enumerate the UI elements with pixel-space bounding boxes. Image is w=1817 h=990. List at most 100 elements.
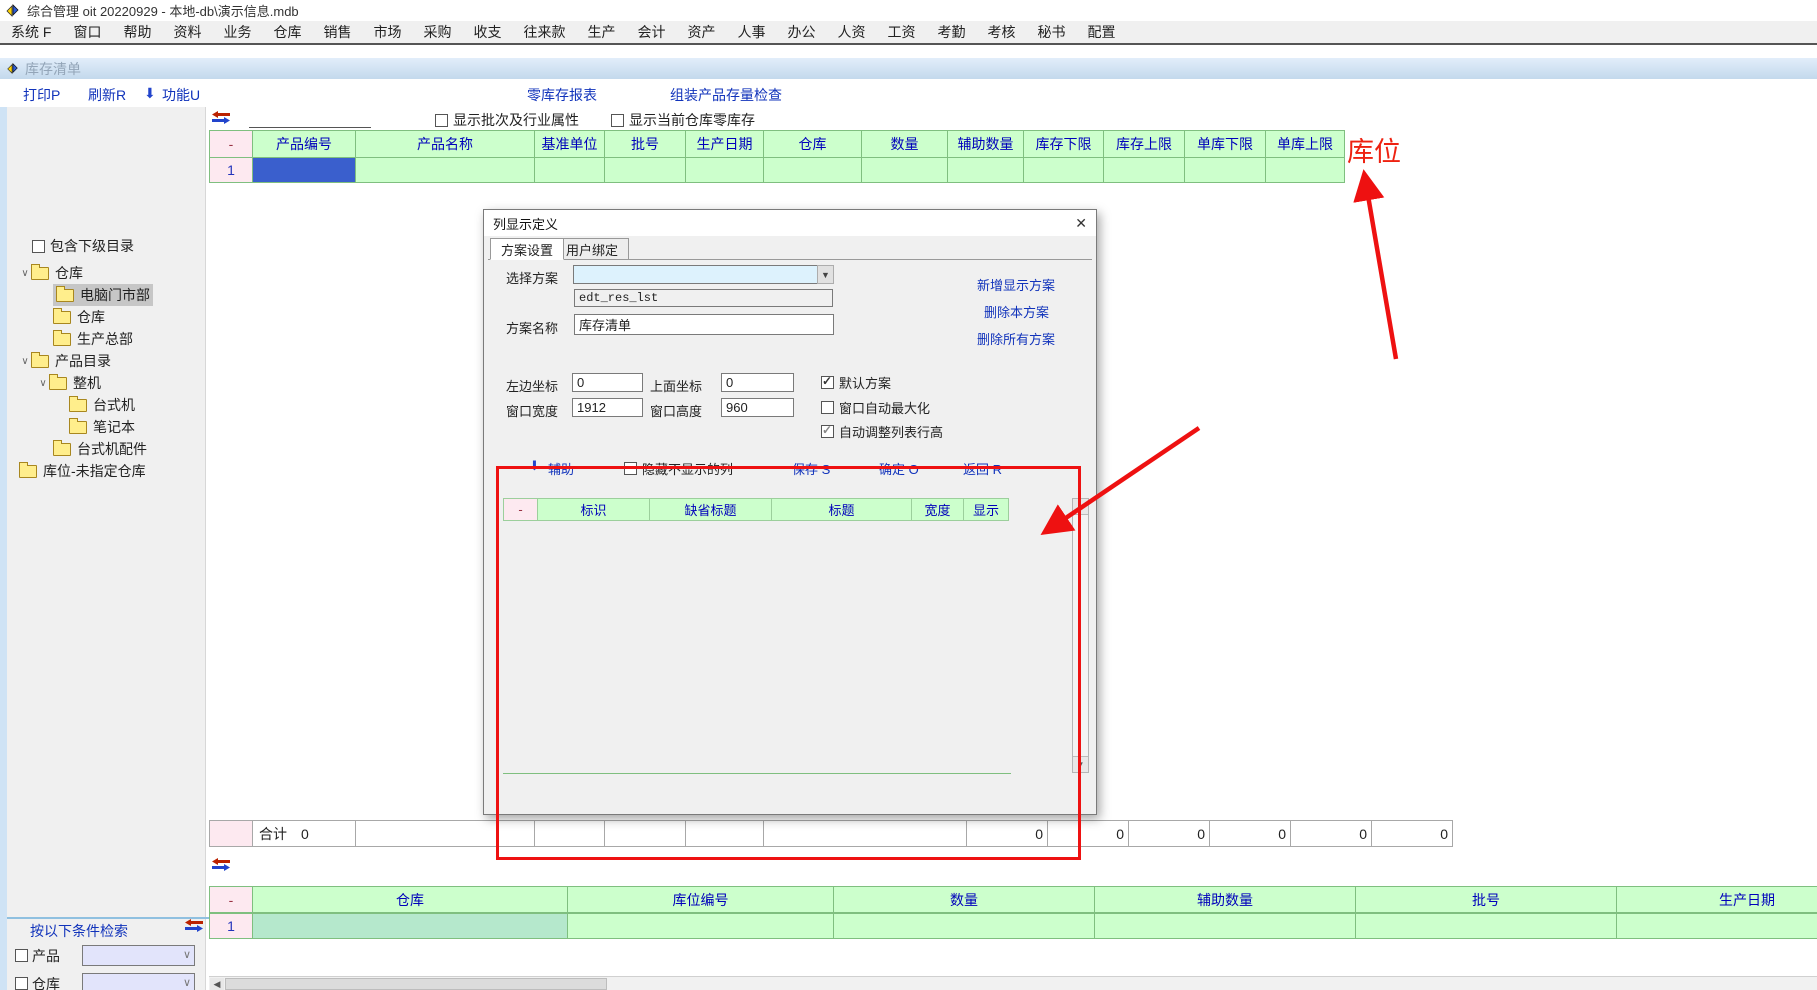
grid-swap-icon[interactable]	[212, 111, 230, 127]
main-grid-cell-11[interactable]	[1266, 157, 1345, 183]
main-grid-cell-3[interactable]	[605, 157, 686, 183]
bottom-grid-cell-3[interactable]	[1095, 913, 1356, 939]
quick-filter-input[interactable]	[249, 110, 371, 128]
include-subdir-checkbox[interactable]: 包含下级目录	[32, 236, 134, 256]
dialog-table-header-4[interactable]: 宽度	[912, 498, 964, 521]
main-grid-col-0[interactable]: 产品编号	[253, 130, 356, 158]
tree-item-5[interactable]: ∨整机	[7, 372, 206, 394]
bottom-grid-cell-5[interactable]	[1617, 913, 1817, 939]
tab-user-binding[interactable]: 用户绑定	[556, 238, 629, 260]
select-scheme-dropdown[interactable]	[573, 265, 818, 284]
main-grid-col-10[interactable]: 单库下限	[1185, 130, 1266, 158]
hide-hidden-columns-checkbox[interactable]: 隐藏不显示的列	[624, 459, 733, 478]
dialog-table-scrollbar[interactable]: ▲ ▼	[1072, 498, 1089, 773]
select-scheme-dropdown-arrow-icon[interactable]: ▼	[817, 265, 834, 284]
menu-item-8[interactable]: 采购	[412, 22, 462, 42]
main-grid-col-2[interactable]: 基准单位	[535, 130, 605, 158]
tree-item-6[interactable]: 台式机	[7, 394, 206, 416]
tab-scheme-settings[interactable]: 方案设置	[490, 238, 564, 260]
back-button[interactable]: 返回 R	[963, 459, 1002, 478]
hide-hidden-columns-checkbox-box[interactable]	[624, 462, 637, 475]
delete-all-schemes-link[interactable]: 删除所有方案	[977, 329, 1055, 348]
tree-expander-icon[interactable]: ∨	[19, 268, 31, 279]
show-zero-stock-checkbox[interactable]: 显示当前仓库零库存	[611, 110, 755, 130]
tree-expander-icon[interactable]: ∨	[19, 356, 31, 367]
left-coord-input[interactable]: 0	[572, 373, 643, 392]
bottom-grid-cell-0[interactable]	[253, 913, 568, 939]
search-swap-icon[interactable]	[185, 919, 203, 935]
main-grid-col-4[interactable]: 生产日期	[686, 130, 764, 158]
scroll-up-arrow-icon[interactable]: ▲	[1073, 499, 1088, 515]
bottom-grid-col-4[interactable]: 批号	[1356, 886, 1617, 913]
bottom-grid-cell-1[interactable]	[568, 913, 834, 939]
print-button[interactable]: 打印P	[23, 85, 60, 105]
main-grid-col-1[interactable]: 产品名称	[356, 130, 535, 158]
aux-button[interactable]: 辅助	[548, 459, 574, 478]
horizontal-scrollbar-thumb[interactable]	[225, 978, 607, 990]
menu-item-7[interactable]: 市场	[362, 22, 412, 42]
dialog-table-header-1[interactable]: 标识	[538, 498, 650, 521]
main-grid-col-7[interactable]: 辅助数量	[948, 130, 1024, 158]
search-dropdown[interactable]: ∨	[82, 973, 195, 990]
ok-button[interactable]: 确定 O	[879, 459, 919, 478]
delete-scheme-link[interactable]: 删除本方案	[984, 302, 1049, 321]
tree-item-4[interactable]: ∨产品目录	[7, 350, 206, 372]
menu-item-13[interactable]: 资产	[676, 22, 726, 42]
search-dropdown[interactable]: ∨	[82, 945, 195, 966]
menu-item-5[interactable]: 仓库	[262, 22, 312, 42]
dialog-close-icon[interactable]: ✕	[1075, 215, 1087, 232]
main-grid-cell-10[interactable]	[1185, 157, 1266, 183]
main-grid-row[interactable]: 1	[209, 157, 1345, 183]
include-subdir-checkbox-box[interactable]	[32, 240, 45, 253]
menu-item-9[interactable]: 收支	[462, 22, 512, 42]
menu-item-0[interactable]: 系统 F	[0, 22, 62, 42]
window-width-input[interactable]: 1912	[572, 398, 643, 417]
bottom-grid-col-2[interactable]: 数量	[834, 886, 1095, 913]
auto-maximize-checkbox[interactable]: 窗口自动最大化	[821, 398, 930, 417]
main-grid-col-9[interactable]: 库存上限	[1104, 130, 1185, 158]
bottom-grid-col-1[interactable]: 库位编号	[568, 886, 834, 913]
menu-item-21[interactable]: 配置	[1076, 22, 1126, 42]
scheme-name-input[interactable]: 库存清单	[574, 314, 834, 335]
menu-item-20[interactable]: 秘书	[1026, 22, 1076, 42]
add-scheme-link[interactable]: 新增显示方案	[977, 275, 1055, 294]
menu-item-18[interactable]: 考勤	[926, 22, 976, 42]
menu-item-1[interactable]: 窗口	[62, 22, 112, 42]
bottom-grid-col-3[interactable]: 辅助数量	[1095, 886, 1356, 913]
auto-row-height-checkbox-box[interactable]	[821, 425, 834, 438]
menu-item-10[interactable]: 往来款	[512, 22, 576, 42]
show-zero-stock-checkbox-box[interactable]	[611, 114, 624, 127]
dialog-table-header-2[interactable]: 缺省标题	[650, 498, 772, 521]
dialog-table-header-5[interactable]: 显示	[964, 498, 1009, 521]
search-1-checkbox-box[interactable]	[15, 977, 28, 990]
tree-expander-icon[interactable]: ∨	[37, 378, 49, 389]
tree-item-1[interactable]: 电脑门市部	[7, 284, 206, 306]
main-grid-cell-7[interactable]	[948, 157, 1024, 183]
main-grid-cell-2[interactable]	[535, 157, 605, 183]
menu-item-4[interactable]: 业务	[212, 22, 262, 42]
main-grid-cell-4[interactable]	[686, 157, 764, 183]
search-0-checkbox-box[interactable]	[15, 949, 28, 962]
main-grid-col-8[interactable]: 库存下限	[1024, 130, 1104, 158]
menu-item-6[interactable]: 销售	[312, 22, 362, 42]
function-button[interactable]: 功能U	[162, 85, 200, 105]
bottom-grid-cell-2[interactable]	[834, 913, 1095, 939]
default-scheme-checkbox[interactable]: 默认方案	[821, 373, 891, 392]
main-grid-col-11[interactable]: 单库上限	[1266, 130, 1345, 158]
bottom-grid-row[interactable]: 1	[209, 913, 1817, 939]
show-batch-checkbox-box[interactable]	[435, 114, 448, 127]
main-grid-cell-8[interactable]	[1024, 157, 1104, 183]
menu-item-11[interactable]: 生产	[576, 22, 626, 42]
main-grid-cell-9[interactable]	[1104, 157, 1185, 183]
bottom-grid-swap-icon[interactable]	[212, 858, 230, 874]
menu-item-14[interactable]: 人事	[726, 22, 776, 42]
top-coord-input[interactable]: 0	[721, 373, 794, 392]
menu-item-15[interactable]: 办公	[776, 22, 826, 42]
main-grid-cell-1[interactable]	[356, 157, 535, 183]
menu-item-19[interactable]: 考核	[976, 22, 1026, 42]
auto-row-height-checkbox[interactable]: 自动调整列表行高	[821, 422, 943, 441]
main-grid-cell-5[interactable]	[764, 157, 862, 183]
bottom-grid-col-0[interactable]: 仓库	[253, 886, 568, 913]
scroll-down-arrow-icon[interactable]: ▼	[1073, 756, 1088, 772]
save-button[interactable]: 保存 S	[792, 459, 830, 478]
